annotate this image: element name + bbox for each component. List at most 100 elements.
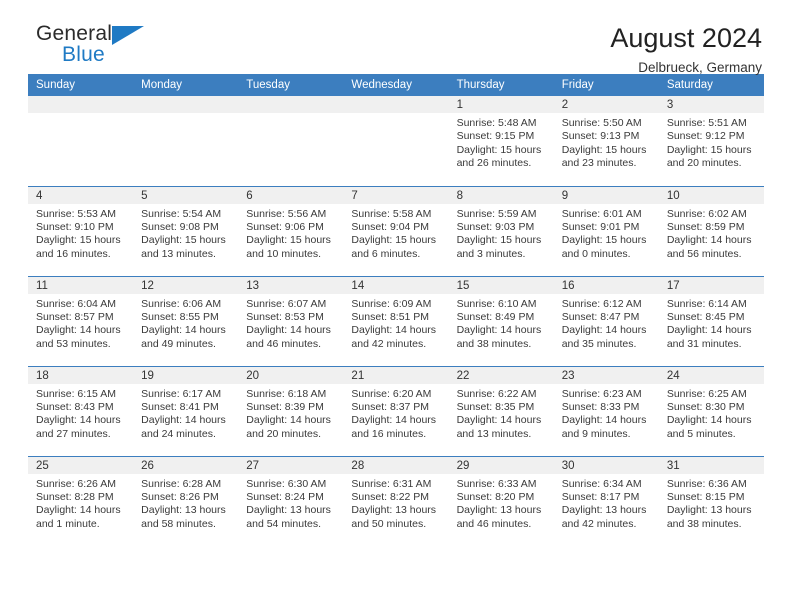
daylight-text-line2: and 16 minutes. bbox=[351, 427, 427, 440]
daylight-text-line1: Daylight: 13 hours bbox=[246, 504, 331, 517]
daylight-text-line2: and 26 minutes. bbox=[456, 157, 532, 170]
sunset-text: Sunset: 8:35 PM bbox=[456, 400, 535, 413]
day-cell[interactable]: 15 Sunrise: 6:10 AM Sunset: 8:49 PM Dayl… bbox=[448, 275, 554, 366]
daylight-text-line2: and 20 minutes. bbox=[246, 427, 321, 440]
day-cell[interactable]: 21 Sunrise: 6:20 AM Sunset: 8:37 PM Dayl… bbox=[343, 365, 449, 456]
day-cell-empty bbox=[343, 96, 449, 186]
day-number: 29 bbox=[448, 456, 554, 474]
sunset-text: Sunset: 9:08 PM bbox=[141, 220, 219, 233]
daylight-text-line1: Daylight: 14 hours bbox=[36, 324, 121, 337]
daylight-text-line1: Daylight: 14 hours bbox=[561, 324, 647, 337]
day-cell[interactable]: 19 Sunrise: 6:17 AM Sunset: 8:41 PM Dayl… bbox=[133, 365, 239, 456]
calendar-week-row: 1 Sunrise: 5:48 AM Sunset: 9:15 PM Dayli… bbox=[28, 96, 764, 186]
day-cell[interactable]: 2 Sunrise: 5:50 AM Sunset: 9:13 PM Dayli… bbox=[553, 96, 659, 186]
daylight-text-line2: and 23 minutes. bbox=[561, 157, 637, 170]
sunrise-text: Sunrise: 6:25 AM bbox=[666, 387, 747, 400]
day-details: Sunrise: 5:59 AM Sunset: 9:03 PM Dayligh… bbox=[449, 204, 554, 262]
logo-triangle-icon bbox=[112, 26, 144, 45]
daylight-text-line1: Daylight: 15 hours bbox=[36, 234, 121, 247]
day-cell[interactable]: 20 Sunrise: 6:18 AM Sunset: 8:39 PM Dayl… bbox=[238, 365, 344, 456]
daylight-text-line2: and 46 minutes. bbox=[456, 517, 532, 530]
weekday-header-wednesday: Wednesday bbox=[343, 74, 449, 96]
daylight-text-line1: Daylight: 14 hours bbox=[351, 414, 437, 427]
day-details: Sunrise: 5:48 AM Sunset: 9:15 PM Dayligh… bbox=[449, 113, 554, 171]
daylight-text-line1: Daylight: 15 hours bbox=[141, 234, 226, 247]
sunset-text: Sunset: 8:26 PM bbox=[141, 490, 219, 503]
day-cell[interactable]: 4 Sunrise: 5:53 AM Sunset: 9:10 PM Dayli… bbox=[28, 185, 134, 276]
day-number: 16 bbox=[553, 276, 659, 294]
day-cell[interactable]: 10 Sunrise: 6:02 AM Sunset: 8:59 PM Dayl… bbox=[658, 185, 764, 276]
calendar-week-row: 4 Sunrise: 5:53 AM Sunset: 9:10 PM Dayli… bbox=[28, 185, 764, 276]
day-cell[interactable]: 30 Sunrise: 6:34 AM Sunset: 8:17 PM Dayl… bbox=[553, 455, 659, 546]
day-cell[interactable]: 18 Sunrise: 6:15 AM Sunset: 8:43 PM Dayl… bbox=[28, 365, 134, 456]
day-cell[interactable]: 9 Sunrise: 6:01 AM Sunset: 9:01 PM Dayli… bbox=[553, 185, 659, 276]
day-details: Sunrise: 6:26 AM Sunset: 8:28 PM Dayligh… bbox=[28, 474, 133, 532]
daylight-text-line2: and 13 minutes. bbox=[456, 427, 532, 440]
day-cell[interactable]: 29 Sunrise: 6:33 AM Sunset: 8:20 PM Dayl… bbox=[448, 455, 554, 546]
day-number: 28 bbox=[343, 456, 449, 474]
day-number: 15 bbox=[448, 276, 554, 294]
sunrise-text: Sunrise: 6:28 AM bbox=[141, 477, 222, 490]
sunrise-text: Sunrise: 5:53 AM bbox=[36, 207, 116, 220]
calendar-page: General Blue August 2024 Delbrueck, Germ… bbox=[0, 0, 792, 612]
day-cell[interactable]: 16 Sunrise: 6:12 AM Sunset: 8:47 PM Dayl… bbox=[553, 275, 659, 366]
day-cell[interactable]: 1 Sunrise: 5:48 AM Sunset: 9:15 PM Dayli… bbox=[448, 96, 554, 186]
daylight-text-line2: and 3 minutes. bbox=[456, 247, 526, 260]
day-cell[interactable]: 17 Sunrise: 6:14 AM Sunset: 8:45 PM Dayl… bbox=[658, 275, 764, 366]
calendar-week-row: 11 Sunrise: 6:04 AM Sunset: 8:57 PM Dayl… bbox=[28, 275, 764, 366]
day-number: 23 bbox=[553, 366, 659, 384]
daylight-text-line2: and 42 minutes. bbox=[561, 517, 637, 530]
daylight-text-line2: and 38 minutes. bbox=[456, 337, 532, 350]
sunrise-text: Sunrise: 6:10 AM bbox=[456, 297, 537, 310]
day-cell[interactable]: 13 Sunrise: 6:07 AM Sunset: 8:53 PM Dayl… bbox=[238, 275, 344, 366]
day-cell[interactable]: 28 Sunrise: 6:31 AM Sunset: 8:22 PM Dayl… bbox=[343, 455, 449, 546]
sunset-text: Sunset: 8:24 PM bbox=[246, 490, 324, 503]
daylight-text-line2: and 5 minutes. bbox=[666, 427, 736, 440]
day-cell[interactable]: 11 Sunrise: 6:04 AM Sunset: 8:57 PM Dayl… bbox=[28, 275, 134, 366]
day-cell[interactable]: 31 Sunrise: 6:36 AM Sunset: 8:15 PM Dayl… bbox=[658, 455, 764, 546]
sunset-text: Sunset: 9:10 PM bbox=[36, 220, 114, 233]
sunset-text: Sunset: 9:04 PM bbox=[351, 220, 430, 233]
day-details: Sunrise: 6:34 AM Sunset: 8:17 PM Dayligh… bbox=[554, 474, 659, 532]
day-cell[interactable]: 26 Sunrise: 6:28 AM Sunset: 8:26 PM Dayl… bbox=[133, 455, 239, 546]
daylight-text-line2: and 38 minutes. bbox=[666, 517, 742, 530]
day-cell[interactable]: 24 Sunrise: 6:25 AM Sunset: 8:30 PM Dayl… bbox=[658, 365, 764, 456]
page-header: General Blue August 2024 Delbrueck, Germ… bbox=[28, 0, 764, 75]
general-blue-logo[interactable]: General Blue bbox=[36, 22, 156, 74]
day-details: Sunrise: 6:12 AM Sunset: 8:47 PM Dayligh… bbox=[554, 294, 659, 352]
day-number: 31 bbox=[658, 456, 764, 474]
daylight-text-line1: Daylight: 14 hours bbox=[666, 234, 752, 247]
sunrise-text: Sunrise: 6:06 AM bbox=[141, 297, 222, 310]
daylight-text-line1: Daylight: 14 hours bbox=[666, 414, 752, 427]
day-cell[interactable]: 8 Sunrise: 5:59 AM Sunset: 9:03 PM Dayli… bbox=[448, 185, 554, 276]
sunrise-text: Sunrise: 6:14 AM bbox=[666, 297, 747, 310]
daylight-text-line1: Daylight: 13 hours bbox=[456, 504, 542, 517]
day-cell[interactable]: 14 Sunrise: 6:09 AM Sunset: 8:51 PM Dayl… bbox=[343, 275, 449, 366]
day-cell[interactable]: 6 Sunrise: 5:56 AM Sunset: 9:06 PM Dayli… bbox=[238, 185, 344, 276]
sunset-text: Sunset: 8:55 PM bbox=[141, 310, 219, 323]
daylight-text-line1: Daylight: 15 hours bbox=[456, 143, 542, 156]
sunrise-text: Sunrise: 6:18 AM bbox=[246, 387, 327, 400]
day-details: Sunrise: 6:17 AM Sunset: 8:41 PM Dayligh… bbox=[133, 384, 238, 442]
day-cell[interactable]: 27 Sunrise: 6:30 AM Sunset: 8:24 PM Dayl… bbox=[238, 455, 344, 546]
sunrise-text: Sunrise: 6:26 AM bbox=[36, 477, 116, 490]
day-cell[interactable]: 12 Sunrise: 6:06 AM Sunset: 8:55 PM Dayl… bbox=[133, 275, 239, 366]
sunrise-text: Sunrise: 5:51 AM bbox=[666, 117, 747, 129]
sunrise-text: Sunrise: 5:56 AM bbox=[246, 207, 327, 220]
sunset-text: Sunset: 8:17 PM bbox=[561, 490, 640, 503]
sunrise-text: Sunrise: 6:30 AM bbox=[246, 477, 327, 490]
sunrise-sunset-calendar: Sunday Monday Tuesday Wednesday Thursday… bbox=[28, 74, 764, 546]
sunrise-text: Sunrise: 6:36 AM bbox=[666, 477, 747, 490]
day-details: Sunrise: 6:33 AM Sunset: 8:20 PM Dayligh… bbox=[449, 474, 554, 532]
daylight-text-line1: Daylight: 15 hours bbox=[561, 143, 647, 156]
day-cell[interactable]: 23 Sunrise: 6:23 AM Sunset: 8:33 PM Dayl… bbox=[553, 365, 659, 456]
daylight-text-line2: and 50 minutes. bbox=[351, 517, 427, 530]
day-cell[interactable]: 22 Sunrise: 6:22 AM Sunset: 8:35 PM Dayl… bbox=[448, 365, 554, 456]
day-cell[interactable]: 5 Sunrise: 5:54 AM Sunset: 9:08 PM Dayli… bbox=[133, 185, 239, 276]
day-cell[interactable]: 3 Sunrise: 5:51 AM Sunset: 9:12 PM Dayli… bbox=[658, 96, 764, 186]
day-cell[interactable]: 7 Sunrise: 5:58 AM Sunset: 9:04 PM Dayli… bbox=[343, 185, 449, 276]
daylight-text-line1: Daylight: 14 hours bbox=[246, 414, 331, 427]
daylight-text-line1: Daylight: 14 hours bbox=[456, 414, 542, 427]
day-details: Sunrise: 5:58 AM Sunset: 9:04 PM Dayligh… bbox=[343, 204, 448, 262]
day-cell[interactable]: 25 Sunrise: 6:26 AM Sunset: 8:28 PM Dayl… bbox=[28, 455, 134, 546]
